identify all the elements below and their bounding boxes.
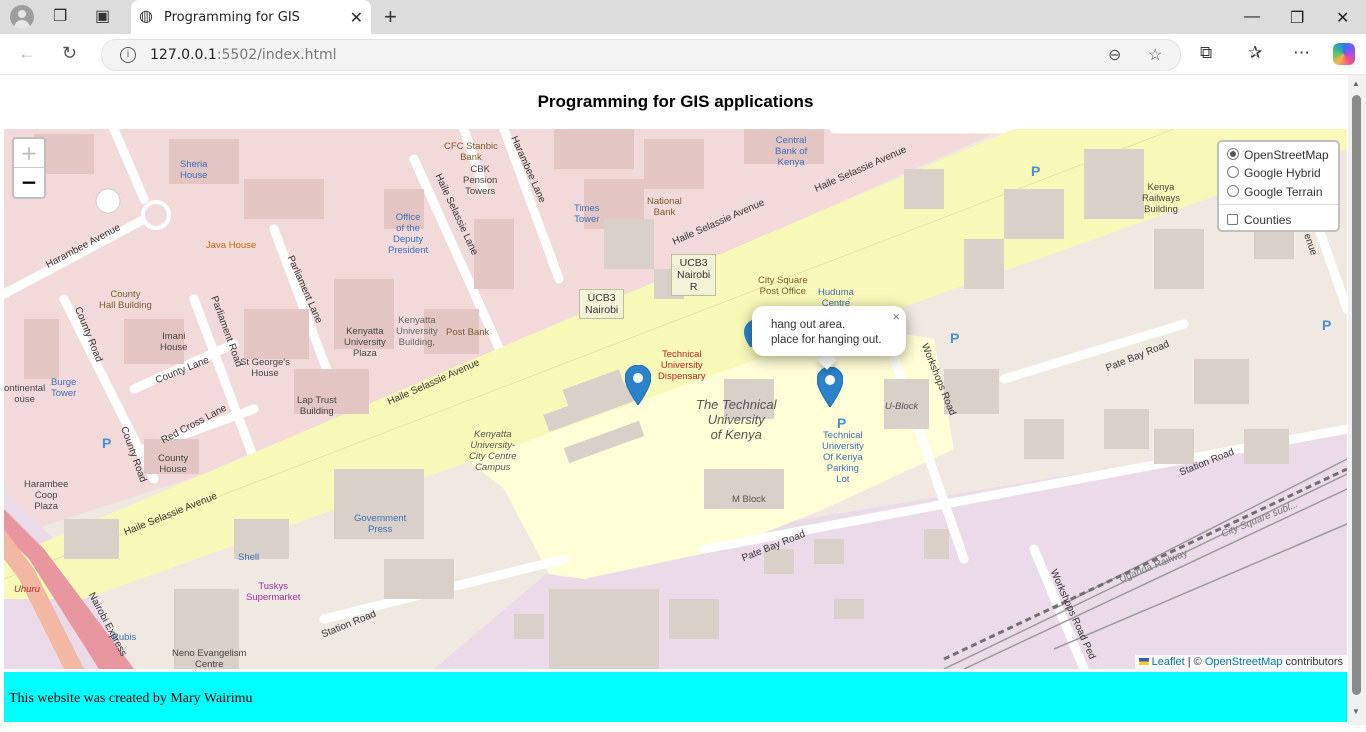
bus-stop-label: UCB3 Nairobi R [671, 254, 717, 296]
map-label: Kenya Railways Building [1142, 182, 1181, 215]
parking-icon: P [102, 435, 112, 451]
layer-separator [1219, 204, 1338, 205]
footer: This website was created by Mary Wairimu [4, 672, 1347, 722]
layer-option-openstreetmap[interactable]: OpenStreetMap [1227, 147, 1329, 163]
url-text[interactable]: 127.0.0.1:5502/index.html [150, 47, 337, 63]
page-title: Programming for GIS applications [537, 92, 814, 111]
map-label: Lap Trust Building [297, 395, 337, 417]
parking-icon: P [950, 330, 960, 346]
map-attribution: Leaflet | © OpenStreetMap contributors [1134, 655, 1347, 669]
scroll-up-icon[interactable]: ▲ [1352, 79, 1360, 88]
plus-icon[interactable]: + [384, 6, 397, 28]
layer-option-google-hybrid[interactable]: Google Hybrid [1227, 165, 1321, 181]
map-label: City Square Post Office [758, 275, 808, 297]
map-label: County Hall Building [99, 289, 152, 311]
page-scrollbar[interactable]: ▲ ▼ [1348, 75, 1366, 725]
browser-tab-bar: ❐ ▣ ◍ Programming for GIS ✕ + — ❐ ✕ [0, 0, 1366, 34]
profile-icon[interactable] [10, 5, 34, 29]
map-label: Imani House [160, 331, 188, 353]
back-icon[interactable]: ← [18, 44, 36, 62]
workspaces-icon[interactable]: ❐ [53, 9, 67, 25]
map-label: Sheria House [180, 159, 208, 181]
layer-option-google-terrain[interactable]: Google Terrain [1227, 184, 1323, 200]
minimize-icon[interactable]: — [1244, 8, 1260, 26]
map-label: Office of the Deputy President [388, 212, 429, 256]
map-label: Kenyatta University Building, [396, 315, 438, 348]
layer-option-counties[interactable]: Counties [1227, 212, 1291, 228]
map-label: Tuskys Supermarket [246, 581, 301, 603]
map-label: Times Tower [574, 203, 600, 225]
copilot-icon[interactable] [1333, 43, 1355, 65]
radio-icon[interactable] [1227, 166, 1239, 178]
zoom-out-button[interactable]: − [14, 168, 44, 196]
popup-line: place for hanging out. [771, 334, 882, 346]
star-icon[interactable]: ☆ [1148, 45, 1162, 65]
window-close-icon[interactable]: ✕ [1336, 8, 1349, 28]
map-marker-icon[interactable] [625, 365, 651, 405]
map-label: CBK Pension Towers [463, 164, 498, 197]
map-label: The Technical University of Kenya [696, 397, 777, 442]
scroll-down-icon[interactable]: ▼ [1352, 707, 1360, 716]
map-label: Java House [206, 240, 257, 251]
map[interactable]: Sheria House Harambee Avenue Java House C… [4, 129, 1347, 669]
ukraine-flag-icon [1138, 658, 1149, 665]
address-bar: ← ↻ i 127.0.0.1:5502/index.html ⊖ ☆ ⧉ ✰ … [0, 34, 1366, 75]
map-label: CFC Stanbic Bank [444, 141, 498, 163]
popup-line: hang out area. [771, 319, 846, 331]
map-label: Neno Evangelism Centre [172, 648, 247, 669]
radio-icon[interactable] [1227, 185, 1239, 197]
map-label: St George's House [240, 357, 290, 379]
parking-icon: P [1322, 317, 1332, 333]
map-label: Central Bank of Kenya [775, 135, 808, 168]
map-label: U-Block [885, 401, 919, 412]
map-marker-icon[interactable] [817, 367, 843, 407]
scroll-thumb[interactable] [1352, 95, 1361, 695]
parking-icon: P [1031, 163, 1041, 179]
osm-link[interactable]: OpenStreetMap [1205, 656, 1283, 668]
map-label: Technical University Of Kenya Parking Lot [822, 430, 864, 485]
restore-icon[interactable]: ❐ [1290, 8, 1304, 28]
marker-popup: hang out area. place for hanging out. × [752, 306, 906, 356]
extensions-icon[interactable]: ⧉ [1200, 44, 1212, 62]
checkbox-icon[interactable] [1227, 214, 1238, 225]
map-label: Kenyatta University Plaza [344, 326, 386, 359]
leaflet-link[interactable]: Leaflet [1152, 656, 1185, 668]
url-box[interactable]: i 127.0.0.1:5502/index.html ⊖ ☆ [101, 39, 1181, 71]
tab-title: Programming for GIS [164, 10, 300, 25]
bus-stop-label: UCB3 Nairobi [579, 289, 625, 319]
map-label: Post Bank [446, 327, 490, 338]
layers-control: OpenStreetMap Google Hybrid Google Terra… [1217, 140, 1340, 232]
popup-close-icon[interactable]: × [892, 309, 900, 324]
more-icon[interactable]: ⋯ [1293, 44, 1310, 62]
map-label: National Bank [647, 196, 682, 218]
zoom-control: + − [12, 137, 46, 199]
map-label: M Block [732, 494, 766, 505]
map-label: ontinental ouse [4, 383, 46, 405]
info-icon[interactable]: i [120, 47, 136, 63]
favorites-icon[interactable]: ✰ [1248, 44, 1262, 62]
radio-selected-icon[interactable] [1227, 148, 1239, 160]
zoom-in-button[interactable]: + [14, 139, 44, 168]
map-label: Technical University Dispensary [658, 349, 706, 382]
map-label: Government Press [354, 513, 407, 535]
globe-icon: ◍ [139, 8, 153, 25]
tab-actions-icon[interactable]: ▣ [95, 9, 110, 25]
map-label: Uhuru [14, 584, 40, 595]
map-label: Harambee Coop Plaza [24, 479, 69, 512]
map-label: Kenyatta University- City Centre Campus [469, 429, 517, 473]
page: Programming for GIS applications Sheria … [4, 75, 1347, 725]
close-icon[interactable]: ✕ [350, 8, 363, 28]
parking-icon: P [837, 415, 847, 431]
refresh-icon[interactable]: ↻ [62, 44, 77, 62]
footer-text: This website was created by Mary Wairimu [9, 691, 253, 706]
map-label: County House [158, 453, 189, 475]
zoom-out-icon[interactable]: ⊖ [1108, 45, 1121, 65]
map-label: Shell [238, 552, 260, 563]
browser-tab[interactable]: ◍ Programming for GIS ✕ [131, 0, 371, 34]
map-label: Burge Tower [51, 377, 77, 399]
